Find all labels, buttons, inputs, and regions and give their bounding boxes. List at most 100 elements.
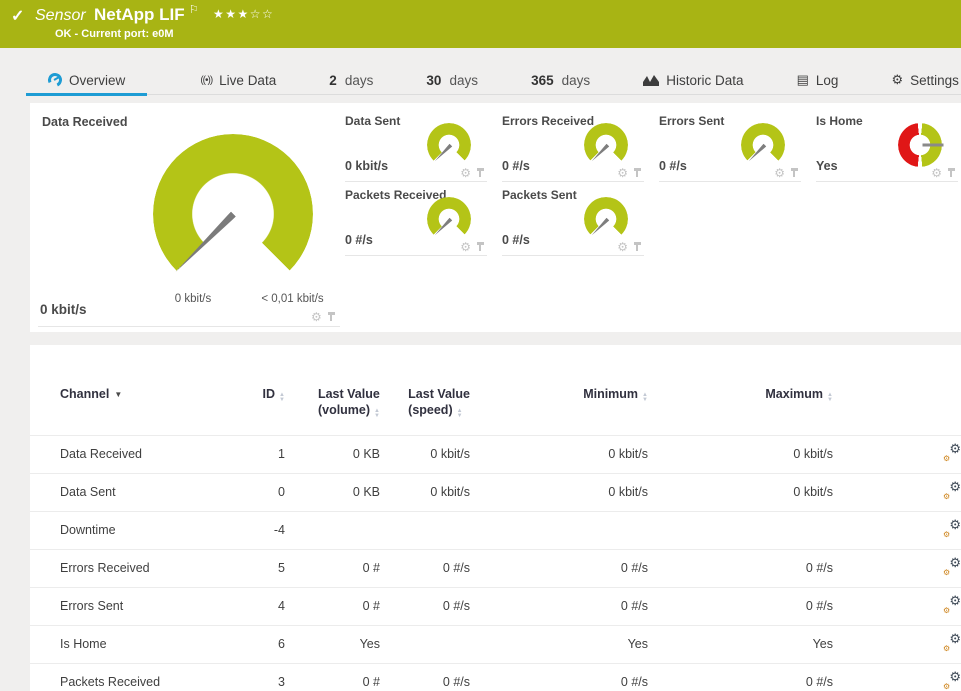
column-header-minimum[interactable]: Minimum▲▼: [470, 372, 648, 436]
column-header-last-value-speed[interactable]: Last Value(speed)▲▼: [380, 372, 470, 436]
small-gauge-value: Yes: [816, 159, 838, 173]
tab-30-days-word: days: [449, 73, 478, 88]
gauge-gear-icon[interactable]: ⚙: [774, 168, 785, 178]
tab-settings[interactable]: ⚙ Settings: [891, 66, 958, 94]
channel-id: 4: [230, 588, 285, 626]
last-value-speed: [380, 512, 470, 550]
channel-settings-gears-icon[interactable]: ⚙⚙: [943, 445, 961, 460]
table-row: Packets Received30 #0 #/s0 #/s0 #/s⚙⚙: [30, 664, 961, 691]
gauge-pin-icon[interactable]: [476, 242, 485, 252]
tab-overview[interactable]: Overview: [26, 66, 147, 94]
small-gear-icon: ⚙: [943, 644, 950, 653]
big-gear-icon: ⚙: [949, 669, 961, 685]
gauge-gear-icon[interactable]: ⚙: [311, 312, 322, 322]
small-gear-icon: ⚙: [943, 682, 950, 691]
gauge-gear-icon[interactable]: ⚙: [617, 168, 628, 178]
small-gauge-title: Data Sent: [345, 114, 487, 128]
last-value-volume: 0 #: [285, 664, 380, 691]
small-gear-icon: ⚙: [943, 606, 950, 615]
minimum-value: 0 #/s: [470, 550, 648, 588]
channel-settings-gears-icon[interactable]: ⚙⚙: [943, 521, 961, 536]
stars-filled[interactable]: ★★★: [213, 7, 250, 21]
channel-settings-gears-icon[interactable]: ⚙⚙: [943, 673, 961, 688]
channel-settings-cell: ⚙⚙: [833, 664, 961, 691]
last-value-volume: [285, 512, 380, 550]
minimum-value: 0 kbit/s: [470, 474, 648, 512]
column-header-id[interactable]: ID▲▼: [230, 372, 285, 436]
channel-settings-gears-icon[interactable]: ⚙⚙: [943, 635, 961, 650]
gauge-gear-icon[interactable]: ⚙: [617, 242, 628, 252]
channel-settings-gears-icon[interactable]: ⚙⚙: [943, 597, 961, 612]
primary-gauge-max-label: < 0,01 kbit/s: [245, 293, 340, 305]
sort-arrows-icon: ▲▼: [827, 393, 833, 402]
column-header-channel[interactable]: Channel▼: [30, 372, 230, 436]
last-value-volume: 0 #: [285, 550, 380, 588]
tab-log[interactable]: ▤ Log: [797, 66, 839, 94]
small-gauge-needle: [923, 144, 944, 147]
gauge-pin-icon[interactable]: [327, 312, 336, 322]
channel-name: Data Received: [30, 436, 230, 474]
sort-caret-icon: ▼: [114, 390, 122, 399]
tab-log-label: Log: [816, 73, 839, 88]
small-gauge-actions: ⚙: [460, 242, 485, 252]
tab-30-days-number: 30: [426, 73, 441, 88]
small-gauge-actions: ⚙: [774, 168, 799, 178]
priority-flag-icon[interactable]: ⚐: [189, 3, 199, 16]
tab-365-days[interactable]: 365 days: [531, 66, 590, 94]
channel-name: Downtime: [30, 512, 230, 550]
gauge-gear-icon[interactable]: ⚙: [460, 168, 471, 178]
small-gauge-value: 0 #/s: [502, 159, 530, 173]
priority-stars[interactable]: ★★★☆☆: [213, 7, 274, 21]
maximum-value: 0 #/s: [648, 550, 833, 588]
tab-2-days[interactable]: 2 days: [329, 66, 373, 94]
gauge-pin-icon[interactable]: [476, 168, 485, 178]
gauge-gear-icon[interactable]: ⚙: [931, 168, 942, 178]
big-gear-icon: ⚙: [949, 441, 961, 457]
small-gauge-actions: ⚙: [617, 242, 642, 252]
small-gauge-value: 0 kbit/s: [345, 159, 388, 173]
table-header-row: Channel▼ ID▲▼ Last Value(volume)▲▼ Last …: [30, 372, 961, 436]
channel-id: 6: [230, 626, 285, 664]
channel-settings-gears-icon[interactable]: ⚙⚙: [943, 559, 961, 574]
small-gauge-title: Errors Received: [502, 114, 644, 128]
gauge-pin-icon[interactable]: [790, 168, 799, 178]
channel-settings-gears-icon[interactable]: ⚙⚙: [943, 483, 961, 498]
small-gear-icon: ⚙: [943, 568, 950, 577]
gauge-pin-icon[interactable]: [947, 168, 956, 178]
minimum-value: [470, 512, 648, 550]
primary-gauge-value: 0 kbit/s: [40, 302, 87, 317]
overview-gauge-icon: [46, 71, 64, 89]
tab-live-data[interactable]: ((•)) Live Data: [200, 66, 276, 94]
column-header-last-value-volume[interactable]: Last Value(volume)▲▼: [285, 372, 380, 436]
maximum-value: 0 kbit/s: [648, 474, 833, 512]
tab-historic-data[interactable]: Historic Data: [643, 66, 743, 94]
small-gauge-title: Packets Received: [345, 188, 487, 202]
gauge-pin-icon[interactable]: [633, 168, 642, 178]
gauge-gear-icon[interactable]: ⚙: [460, 242, 471, 252]
sensor-title: NetApp LIF: [94, 5, 185, 25]
gauge-pin-icon[interactable]: [633, 242, 642, 252]
channel-settings-cell: ⚙⚙: [833, 626, 961, 664]
last-value-speed: 0 #/s: [380, 550, 470, 588]
maximum-value: 0 kbit/s: [648, 436, 833, 474]
small-gauge-title: Is Home: [816, 114, 958, 128]
stars-empty[interactable]: ☆☆: [250, 7, 275, 21]
last-value-speed: 0 #/s: [380, 664, 470, 691]
primary-gauge-min-label: 0 kbit/s: [153, 293, 233, 305]
channel-id: 0: [230, 474, 285, 512]
primary-gauge-title: Data Received: [42, 115, 127, 129]
sort-arrows-icon: ▲▼: [279, 393, 285, 402]
last-value-speed: 0 kbit/s: [380, 436, 470, 474]
minimum-value: 0 #/s: [470, 588, 648, 626]
small-gauge-value: 0 #/s: [502, 233, 530, 247]
small-gauge-value: 0 #/s: [345, 233, 373, 247]
small-gauge-errors-received: Errors Received 0 #/s ⚙: [502, 114, 644, 182]
small-gear-icon: ⚙: [943, 492, 950, 501]
column-header-settings: [833, 372, 961, 436]
big-gear-icon: ⚙: [949, 479, 961, 495]
channels-table: Channel▼ ID▲▼ Last Value(volume)▲▼ Last …: [30, 372, 961, 691]
column-header-maximum[interactable]: Maximum▲▼: [648, 372, 833, 436]
maximum-value: [648, 512, 833, 550]
sort-arrows-icon: ▲▼: [642, 393, 648, 402]
tab-30-days[interactable]: 30 days: [426, 66, 478, 94]
